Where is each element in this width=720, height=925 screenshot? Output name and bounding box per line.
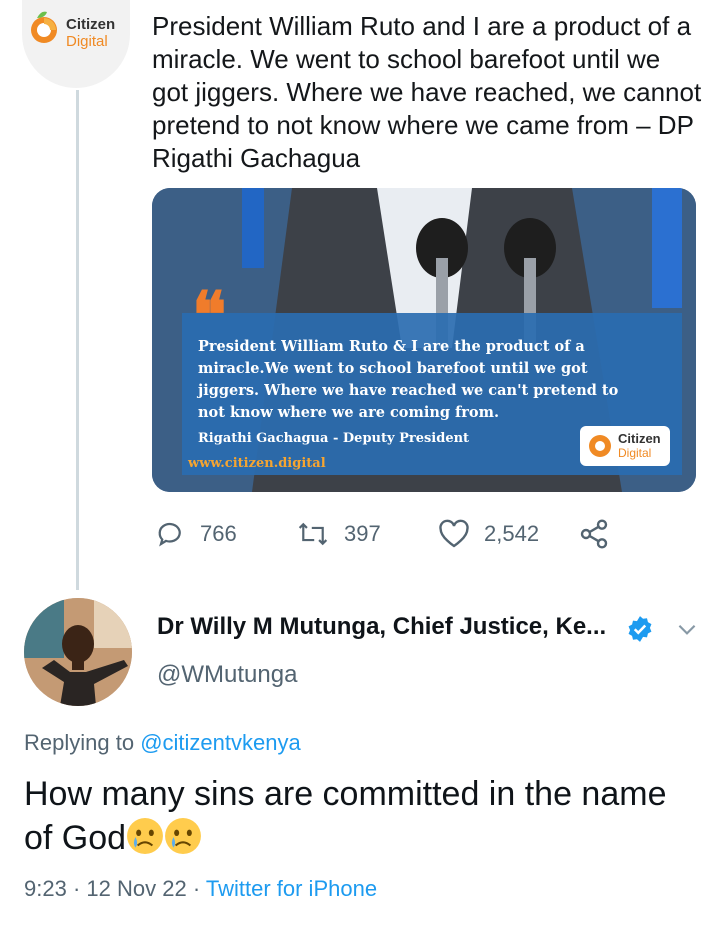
child-photo-graphic <box>24 598 132 706</box>
reply-button[interactable]: 766 <box>156 518 237 550</box>
crying-face-emoji-icon <box>127 818 164 854</box>
media-logo-badge: Citizen Digital <box>580 426 670 466</box>
tweet-source-link[interactable]: Twitter for iPhone <box>206 876 377 901</box>
media-url: www.citizen.digital <box>188 456 326 471</box>
replying-to-link[interactable]: @citizentvkenya <box>140 730 301 755</box>
badge-text-digital: Digital <box>618 446 652 460</box>
verified-badge-icon <box>628 616 652 642</box>
replying-to-label: Replying to <box>24 730 135 755</box>
tweet-media-image[interactable]: ❝ President William Ruto & I are the pro… <box>152 188 696 492</box>
user-avatar[interactable] <box>24 598 132 706</box>
tweet-date: 12 Nov 22 <box>86 876 187 901</box>
media-quote-text: President William Ruto & I are the produ… <box>198 338 619 421</box>
crying-face-emoji-icon <box>165 818 202 854</box>
logo-text-citizen: Citizen <box>66 16 116 33</box>
separator-dot: · <box>72 876 81 901</box>
separator-dot: · <box>192 876 201 901</box>
heart-icon <box>439 519 469 548</box>
reply-text: How many sins are committed in the name … <box>24 772 704 860</box>
tweet-text: President William Ruto and I are a produ… <box>152 11 702 173</box>
reply-text-content: How many sins are committed in the name … <box>24 775 667 857</box>
retweet-icon <box>298 522 328 546</box>
reply-count: 766 <box>200 521 237 546</box>
logo-text-digital: Digital <box>66 33 108 50</box>
media-quote-author: Rigathi Gachagua - Deputy President <box>198 431 470 446</box>
display-name-text: Dr Willy M Mutunga, Chief Justice, Ke... <box>157 613 607 640</box>
replying-to-line: Replying to @citizentvkenya <box>24 730 301 756</box>
display-name[interactable]: Dr Willy M Mutunga, Chief Justice, Ke... <box>157 613 606 641</box>
user-handle[interactable]: @WMutunga <box>157 661 297 689</box>
reply-icon <box>158 522 181 547</box>
like-button[interactable]: 2,542 <box>438 518 539 550</box>
citizen-logo-small-icon <box>589 435 611 457</box>
retweet-count: 397 <box>344 521 381 546</box>
share-icon <box>580 519 608 549</box>
chevron-down-icon[interactable] <box>674 616 700 642</box>
tweet-time: 9:23 <box>24 876 67 901</box>
like-count: 2,542 <box>484 521 540 546</box>
tweet-metadata: 9:23 · 12 Nov 22 · Twitter for iPhone <box>24 876 377 902</box>
thread-connector-line <box>76 90 79 590</box>
badge-text-citizen: Citizen <box>618 431 661 446</box>
retweet-button[interactable]: 397 <box>296 518 381 550</box>
citizen-digital-avatar[interactable]: Citizen Digital <box>22 0 130 88</box>
share-button[interactable] <box>578 518 624 550</box>
